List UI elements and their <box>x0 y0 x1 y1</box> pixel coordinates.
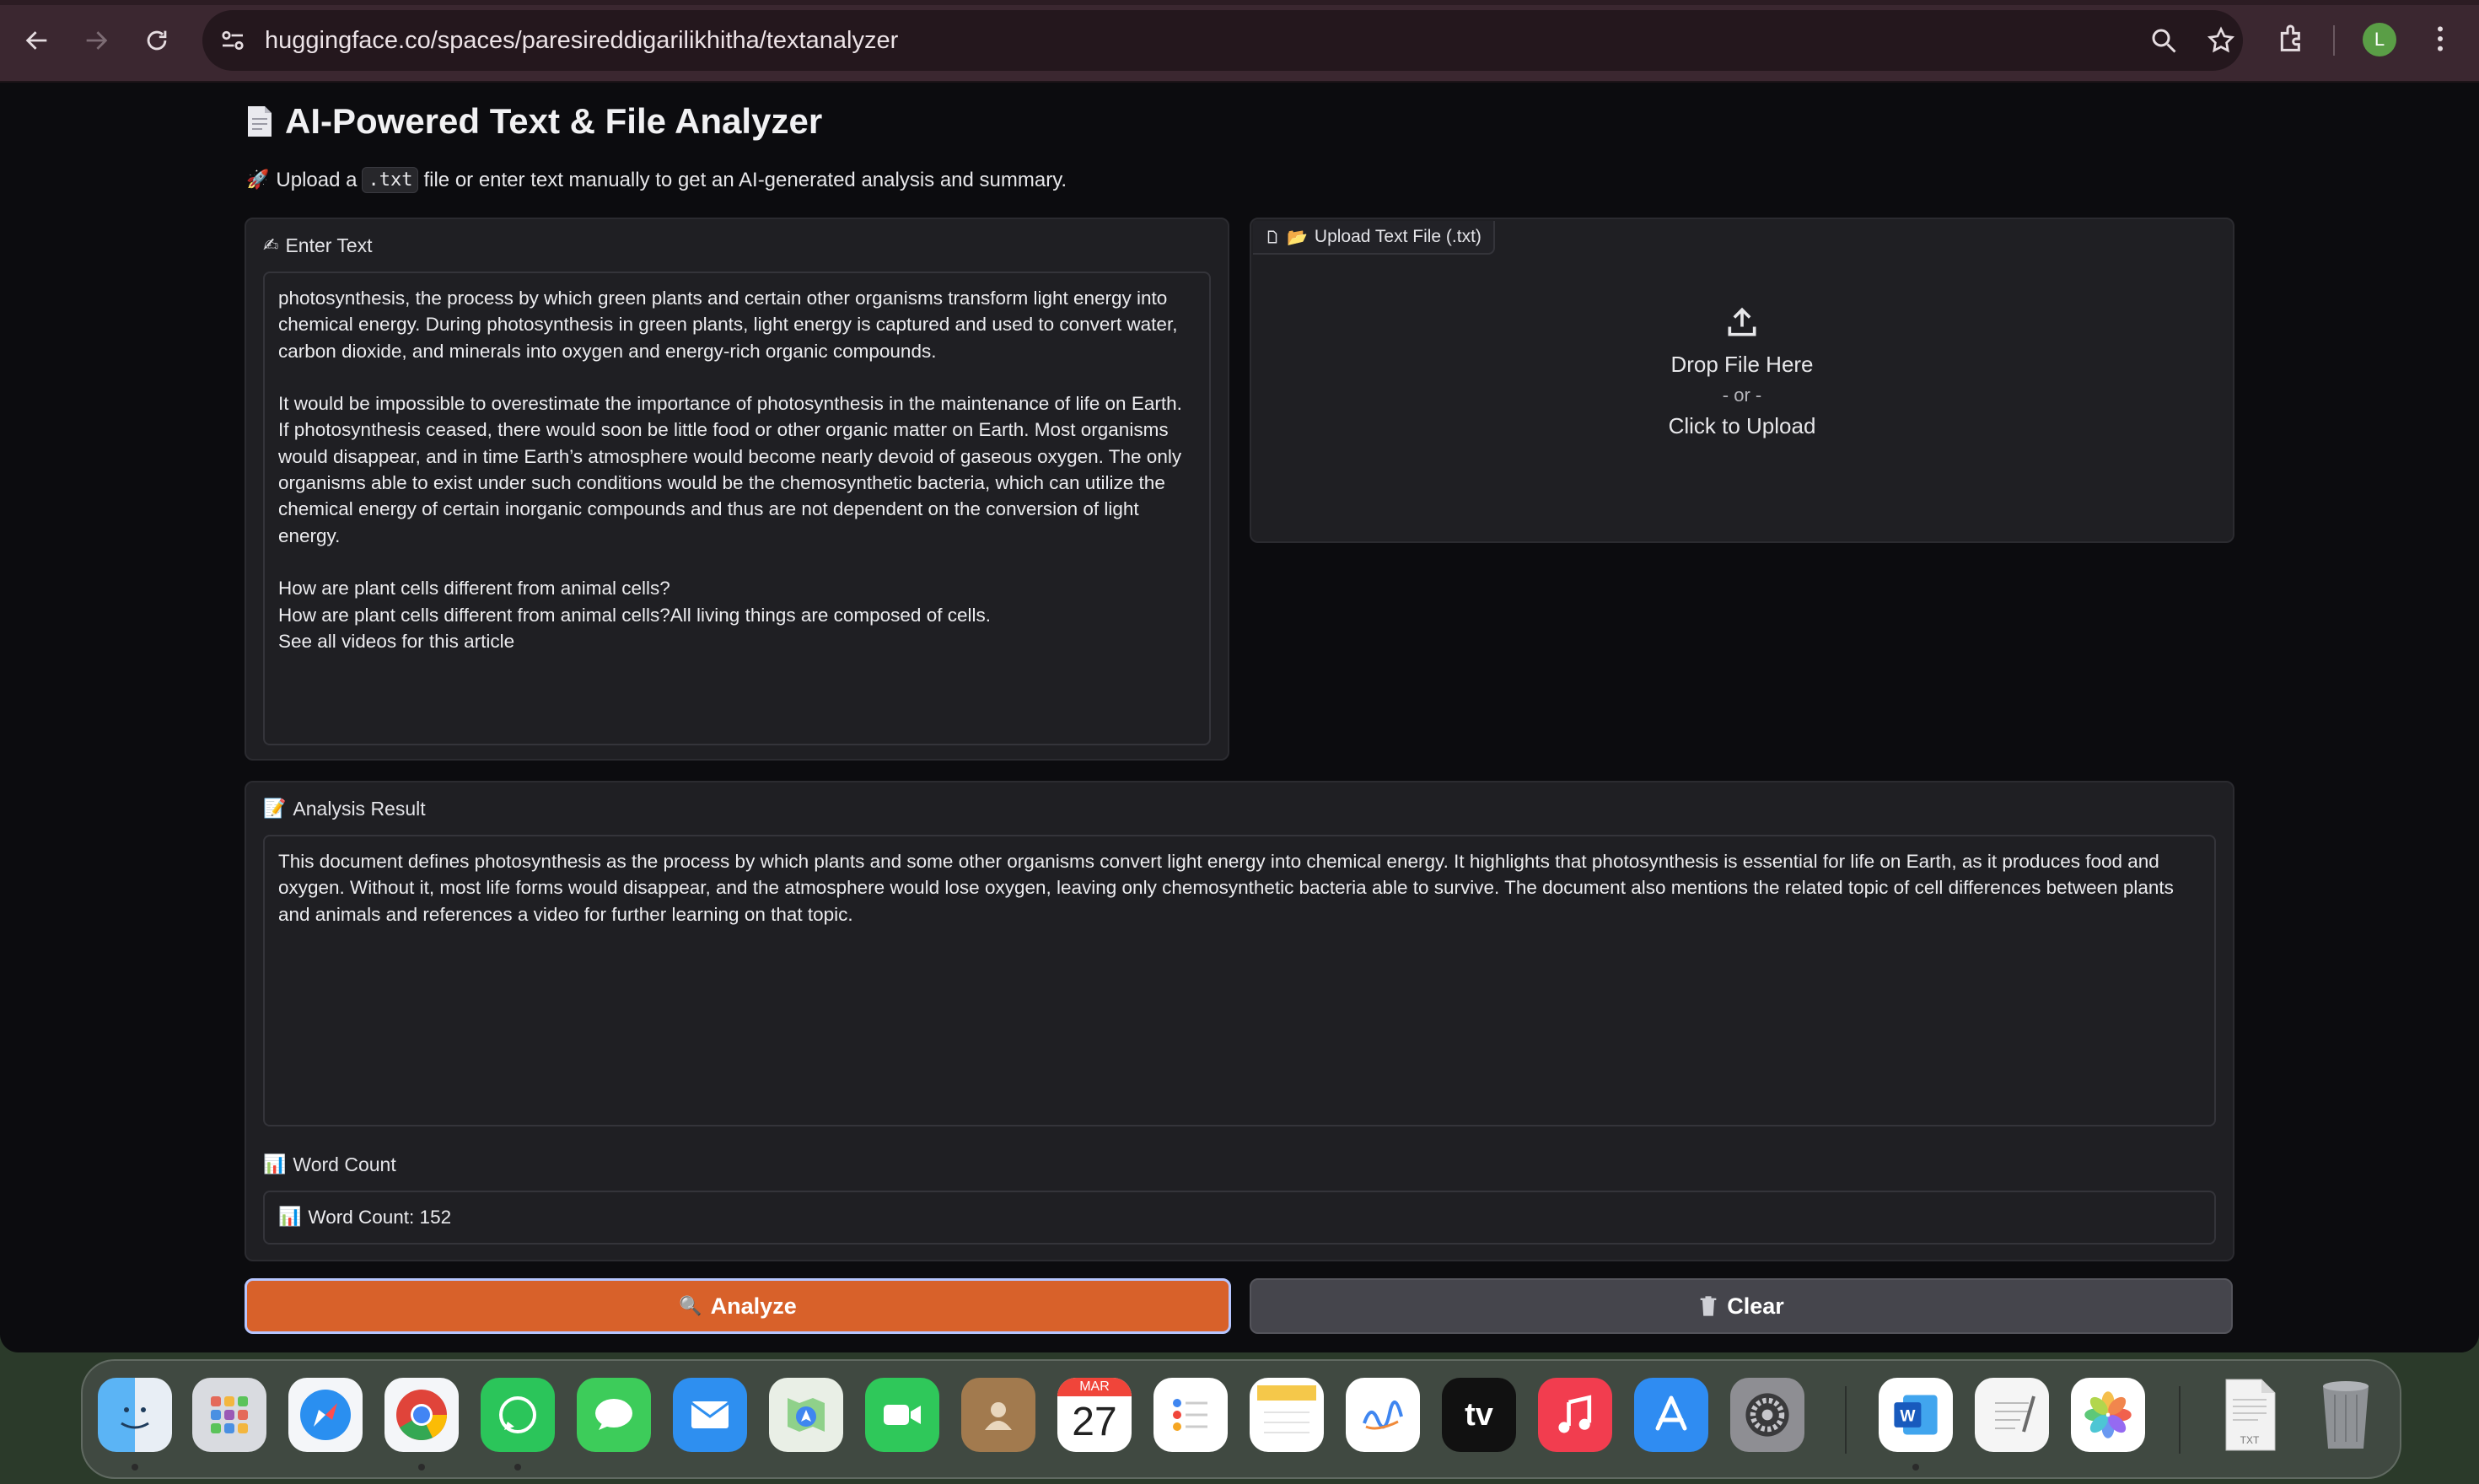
word-count-label: 📊 Word Count <box>263 1153 396 1176</box>
click-to-upload-text: Click to Upload <box>1668 413 1816 438</box>
textedit-icon[interactable] <box>1975 1378 2049 1452</box>
word-count-value: Word Count: 152 <box>308 1207 452 1229</box>
freeform-icon[interactable] <box>1346 1378 1420 1452</box>
address-bar[interactable]: huggingface.co/spaces/paresireddigarilik… <box>202 10 2243 71</box>
text-input-label: ✍ Enter Text <box>263 234 373 257</box>
analysis-result-label-text: Analysis Result <box>293 798 426 820</box>
file-upload-panel: 📂 Upload Text File (.txt) Drop File Here… <box>1250 218 2234 543</box>
arrow-right-icon <box>86 31 108 50</box>
launchpad-icon[interactable] <box>192 1378 266 1452</box>
result-panel: 📝 Analysis Result This document defines … <box>245 781 2234 1261</box>
clear-button[interactable]: Clear <box>1250 1278 2233 1334</box>
txt-file-icon[interactable]: TXT <box>2213 1378 2287 1452</box>
finder-icon[interactable] <box>98 1378 172 1452</box>
app-store-icon[interactable] <box>1634 1378 1708 1452</box>
page-subtitle: 🚀 Upload a .txt file or enter text manua… <box>246 167 1067 193</box>
calendar-month: MAR <box>1057 1378 1132 1396</box>
menu-kebab-icon[interactable] <box>2423 22 2457 56</box>
music-icon[interactable] <box>1538 1378 1612 1452</box>
safari-icon[interactable] <box>288 1378 363 1452</box>
messages-icon[interactable] <box>577 1378 651 1452</box>
writing-hand-icon: ✍ <box>263 235 279 256</box>
tab-strip <box>0 0 2479 5</box>
subtitle-prefix: Upload a <box>276 168 358 191</box>
memo-icon: 📝 <box>263 798 287 820</box>
upload-icon <box>1728 307 1756 336</box>
or-text: - or - <box>1722 384 1762 406</box>
extensions-icon[interactable] <box>2275 22 2309 56</box>
toolbar-divider <box>2333 25 2335 56</box>
svg-text:W: W <box>1900 1407 1916 1425</box>
chrome-icon[interactable] <box>384 1378 459 1452</box>
url-text[interactable]: huggingface.co/spaces/paresireddigarilik… <box>265 25 898 56</box>
text-input-label-text: Enter Text <box>285 234 373 256</box>
subtitle-suffix: file or enter text manually to get an AI… <box>423 168 1067 191</box>
page-title-text: AI-Powered Text & File Analyzer <box>285 101 823 141</box>
back-button[interactable] <box>15 19 59 62</box>
file-drop-zone[interactable]: Drop File Here - or - Click to Upload <box>1251 304 2233 439</box>
running-indicator <box>418 1464 425 1471</box>
maps-icon[interactable] <box>769 1378 843 1452</box>
arrow-left-icon <box>25 31 47 50</box>
reload-button[interactable] <box>135 19 179 62</box>
profile-avatar[interactable]: L <box>2363 23 2396 56</box>
whatsapp-icon[interactable] <box>481 1378 555 1452</box>
macos-dock: MAR 27 tv W TXT <box>81 1359 2401 1479</box>
photos-icon[interactable] <box>2071 1378 2145 1452</box>
clear-button-label: Clear <box>1727 1293 1784 1319</box>
running-indicator <box>514 1464 521 1471</box>
drop-file-text: Drop File Here <box>1670 352 1814 377</box>
apple-tv-label: tv <box>1465 1396 1493 1433</box>
reload-icon <box>147 30 167 51</box>
analysis-result-label: 📝 Analysis Result <box>263 798 426 820</box>
browser-toolbar: huggingface.co/spaces/paresireddigarilik… <box>0 0 2479 83</box>
contacts-icon[interactable] <box>961 1378 1035 1452</box>
analysis-result-output[interactable]: This document defines photosynthesis as … <box>263 835 2216 1126</box>
zoom-icon[interactable] <box>2148 25 2179 56</box>
forward-button[interactable] <box>74 19 118 62</box>
word-count-label-text: Word Count <box>293 1153 396 1175</box>
bookmark-star-icon[interactable] <box>2206 25 2236 56</box>
trash-icon[interactable] <box>2309 1378 2383 1452</box>
file-icon <box>1267 230 1277 244</box>
magnifier-icon: 🔍 <box>679 1295 702 1317</box>
word-icon[interactable]: W <box>1879 1378 1953 1452</box>
running-indicator <box>132 1464 138 1471</box>
upload-tab: 📂 Upload Text File (.txt) <box>1253 221 1495 255</box>
folder-icon: 📂 <box>1287 227 1308 247</box>
text-input-area[interactable]: photosynthesis, the process by which gre… <box>263 272 1211 745</box>
subtitle-code: .txt <box>362 167 419 193</box>
word-count-output[interactable]: 📊 Word Count: 152 <box>263 1191 2216 1245</box>
dock-divider <box>2179 1386 2181 1454</box>
upload-tab-label: Upload Text File (.txt) <box>1314 227 1481 246</box>
text-input-panel: ✍ Enter Text photosynthesis, the process… <box>245 218 1229 761</box>
calendar-day: 27 <box>1072 1400 1117 1444</box>
dock-divider <box>1845 1386 1847 1454</box>
running-indicator <box>1912 1464 1919 1471</box>
calendar-icon[interactable]: MAR 27 <box>1057 1378 1132 1452</box>
system-settings-icon[interactable] <box>1730 1378 1804 1452</box>
document-icon <box>248 106 272 137</box>
facetime-icon[interactable] <box>865 1378 939 1452</box>
browser-window: huggingface.co/spaces/paresireddigarilik… <box>0 0 2479 1352</box>
rocket-icon: 🚀 <box>246 169 270 191</box>
notes-icon[interactable] <box>1250 1378 1324 1452</box>
page-title: AI-Powered Text & File Analyzer <box>246 101 822 142</box>
bar-chart-icon: 📊 <box>278 1207 302 1229</box>
apple-tv-icon[interactable]: tv <box>1442 1378 1516 1452</box>
analyze-button-label: Analyze <box>710 1293 797 1319</box>
page-content: AI-Powered Text & File Analyzer 🚀 Upload… <box>0 83 2479 1352</box>
analyze-button[interactable]: 🔍 Analyze <box>245 1278 1231 1334</box>
site-settings-icon[interactable] <box>218 25 248 56</box>
txt-label: TXT <box>2240 1434 2260 1446</box>
trash-icon <box>1700 1296 1717 1316</box>
mail-icon[interactable] <box>673 1378 747 1452</box>
reminders-icon[interactable] <box>1153 1378 1228 1452</box>
bar-chart-icon: 📊 <box>263 1154 287 1175</box>
